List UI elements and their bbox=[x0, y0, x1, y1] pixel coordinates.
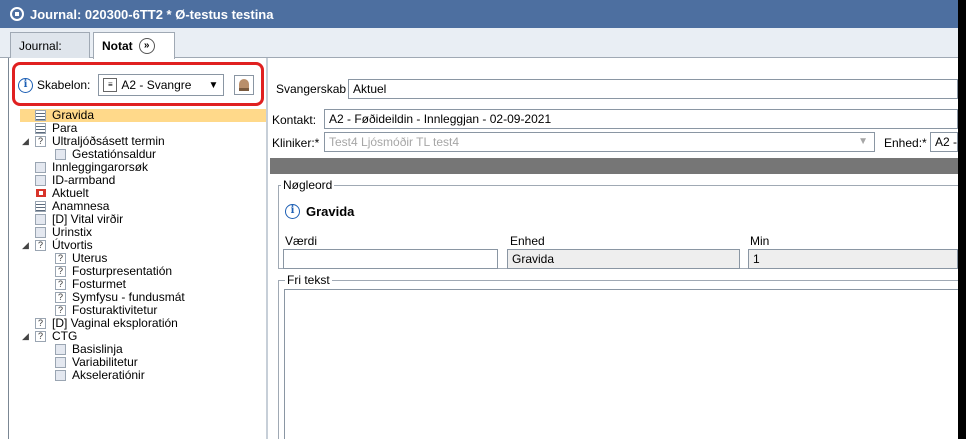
field-icon bbox=[35, 175, 46, 186]
svangerskab-label: Svangerskab bbox=[276, 82, 347, 96]
enhed-label: Enhed:* bbox=[884, 136, 927, 150]
tree-item[interactable]: ◢? Útvortis bbox=[20, 239, 266, 252]
tab-notat[interactable]: Notat » bbox=[93, 32, 175, 59]
tab-journal[interactable]: Journal: bbox=[10, 32, 90, 58]
splitter[interactable] bbox=[266, 58, 268, 439]
text-lines-icon bbox=[35, 123, 46, 134]
field-icon bbox=[55, 344, 66, 355]
question-icon: ? bbox=[55, 279, 66, 290]
tree-item[interactable]: Basislinja bbox=[20, 343, 266, 356]
question-icon: ? bbox=[55, 292, 66, 303]
svangerskab-field[interactable]: Aktuel bbox=[348, 79, 958, 99]
info-icon[interactable]: i bbox=[285, 204, 300, 219]
field-icon bbox=[35, 214, 46, 225]
enhed-value: A2 - bbox=[935, 135, 958, 149]
noegleord-title: Gravida bbox=[306, 204, 355, 219]
tree-item[interactable]: ? Fosturpresentatión bbox=[20, 265, 266, 278]
chevron-down-icon[interactable]: ▼ bbox=[208, 80, 218, 91]
skabelon-value: A2 - Svangre bbox=[121, 78, 192, 92]
document-icon: ≡ bbox=[103, 78, 118, 92]
min-value: 1 bbox=[753, 252, 760, 266]
fritekst-legend: Fri tekst bbox=[285, 273, 332, 287]
enhed-col-value: Gravida bbox=[512, 252, 555, 266]
field-icon bbox=[55, 149, 66, 160]
text-lines-icon bbox=[35, 110, 46, 121]
window-title: Journal: 020300-6TT2 * Ø-testus testina bbox=[30, 6, 274, 22]
flag-icon bbox=[35, 188, 46, 199]
expand-toggle-icon[interactable]: ◢ bbox=[22, 330, 29, 343]
field-icon bbox=[35, 162, 46, 173]
question-icon: ? bbox=[35, 136, 46, 147]
kontakt-field[interactable]: A2 - Føðideildin - Innleggjan - 02-09-20… bbox=[324, 109, 958, 129]
tab-strip: Journal: Notat » bbox=[0, 28, 958, 59]
kontakt-label: Kontakt: bbox=[272, 113, 317, 127]
vaerdi-label: Værdi bbox=[285, 234, 318, 248]
fritekst-textarea[interactable] bbox=[284, 289, 958, 439]
enhed-select[interactable]: A2 - bbox=[930, 132, 958, 152]
chevron-down-icon: ▼ bbox=[858, 136, 868, 147]
skabelon-select[interactable]: ≡ A2 - Svangre ▼ bbox=[98, 74, 225, 96]
kliniker-value: Test4 Ljósmóðir TL test4 bbox=[329, 135, 460, 149]
noegleord-legend: Nøgleord bbox=[281, 178, 335, 192]
tree-item[interactable]: Akseleratiónir bbox=[20, 369, 266, 382]
kliniker-select[interactable]: Test4 Ljósmóðir TL test4 ▼ bbox=[324, 132, 875, 152]
window-edge bbox=[958, 0, 966, 439]
skabelon-label: Skabelon: bbox=[37, 78, 91, 92]
tab-journal-label: Journal: bbox=[19, 38, 62, 53]
info-icon[interactable]: i bbox=[18, 77, 33, 93]
tree-item[interactable]: ◢? CTG bbox=[20, 330, 266, 343]
min-label: Min bbox=[750, 234, 770, 248]
enhed-col-label: Enhed bbox=[510, 234, 545, 248]
stamp-button[interactable] bbox=[234, 75, 255, 95]
skabelon-row: i Skabelon: ≡ A2 - Svangre ▼ bbox=[18, 74, 255, 96]
expand-toggle-icon[interactable]: ◢ bbox=[22, 239, 29, 252]
text-lines-icon bbox=[35, 201, 46, 212]
stamp-icon bbox=[239, 79, 250, 91]
vaerdi-input[interactable] bbox=[283, 249, 498, 269]
field-icon bbox=[35, 227, 46, 238]
enhed-col-field: Gravida bbox=[507, 249, 740, 269]
tab-notat-label: Notat bbox=[102, 39, 133, 53]
template-tree: Gravida Para ◢? Ultraljóðsásett termin Gesta… bbox=[20, 109, 266, 382]
question-icon: ? bbox=[55, 253, 66, 264]
question-icon: ? bbox=[55, 305, 66, 316]
svangerskab-value: Aktuel bbox=[353, 82, 387, 96]
question-icon: ? bbox=[35, 318, 46, 329]
question-icon: ? bbox=[55, 266, 66, 277]
double-chevron-right-icon[interactable]: » bbox=[138, 38, 155, 54]
min-field: 1 bbox=[748, 249, 958, 269]
tree-item-label: Akseleratiónir bbox=[72, 368, 145, 382]
expand-toggle-icon[interactable]: ◢ bbox=[22, 135, 29, 148]
field-icon bbox=[55, 370, 66, 381]
section-divider bbox=[270, 158, 958, 174]
app-icon bbox=[10, 7, 24, 21]
question-icon: ? bbox=[35, 331, 46, 342]
kontakt-value: A2 - Føðideildin - Innleggjan - 02-09-20… bbox=[329, 112, 552, 126]
kliniker-label: Kliniker:* bbox=[272, 136, 320, 150]
window-titlebar: Journal: 020300-6TT2 * Ø-testus testina bbox=[0, 0, 958, 28]
field-icon bbox=[55, 357, 66, 368]
question-icon: ? bbox=[35, 240, 46, 251]
